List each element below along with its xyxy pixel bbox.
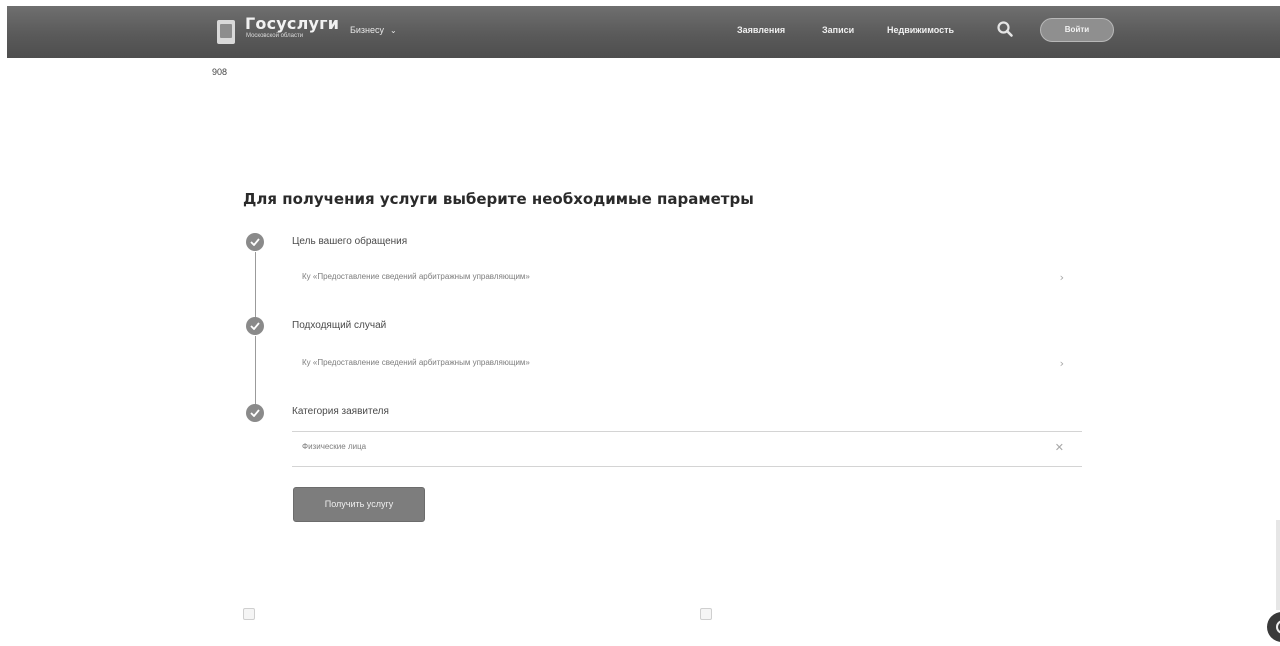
logo-emblem-icon[interactable] (217, 20, 235, 44)
close-icon[interactable]: ✕ (1055, 441, 1064, 454)
get-service-button[interactable]: Получить услугу (293, 487, 425, 522)
chevron-right-icon[interactable]: › (1060, 357, 1064, 370)
step-check-icon (246, 404, 264, 422)
stepper-connector (255, 252, 256, 324)
scrollbar[interactable] (1276, 520, 1280, 610)
search-icon[interactable] (996, 20, 1014, 38)
business-dropdown[interactable]: Бизнесу ⌄ (350, 25, 397, 35)
applicant-category-select[interactable]: Физические лица ✕ (292, 431, 1082, 467)
nav-real-estate[interactable]: Недвижимость (887, 25, 954, 35)
logo-subtitle: Московской области (246, 33, 304, 39)
chevron-right-icon[interactable]: › (1060, 271, 1064, 284)
nav-appointments[interactable]: Записи (822, 25, 854, 35)
applicant-category-value: Физические лица (302, 442, 367, 451)
case-select[interactable]: Ку «Предоставление сведений арбитражным … (292, 348, 1082, 382)
logo-title[interactable]: Госуслуги (245, 14, 339, 33)
step-check-icon (246, 233, 264, 251)
step-label-purpose: Цель вашего обращения (292, 236, 408, 247)
page-title: Для получения услуги выберите необходимы… (243, 190, 754, 208)
footer-icon[interactable] (700, 608, 712, 620)
business-dropdown-label: Бизнесу (350, 25, 385, 35)
help-chat-icon[interactable] (1267, 612, 1280, 642)
stepper-connector (255, 336, 256, 408)
purpose-select[interactable]: Ку «Предоставление сведений арбитражным … (292, 262, 1082, 296)
nav-applications[interactable]: Заявления (737, 25, 785, 35)
service-code: 908 (212, 67, 228, 77)
step-label-category: Категория заявителя (292, 406, 389, 417)
case-value: Ку «Предоставление сведений арбитражным … (302, 358, 530, 367)
chevron-down-icon: ⌄ (390, 26, 397, 35)
footer-icon[interactable] (243, 608, 255, 620)
purpose-value: Ку «Предоставление сведений арбитражным … (302, 272, 530, 281)
login-button[interactable]: Войти (1040, 18, 1114, 42)
step-check-icon (246, 317, 264, 335)
step-label-case: Подходящий случай (292, 320, 387, 331)
